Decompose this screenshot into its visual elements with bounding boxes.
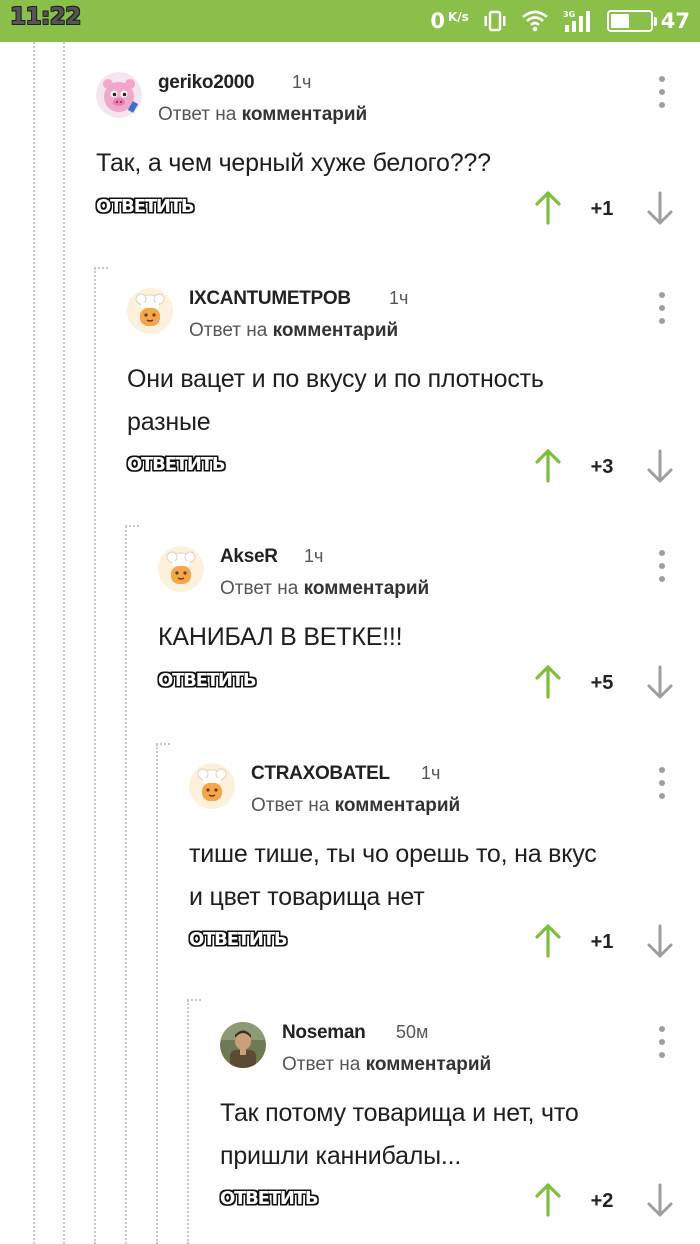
chef-avatar[interactable]	[127, 288, 173, 334]
rating-value: +3	[590, 456, 614, 478]
comment: Noseman 50м Ответ на комментарий Так пот…	[220, 1014, 700, 1244]
reply-target-link[interactable]: комментарий	[335, 795, 461, 816]
comment-actions: ОТВЕТИТЬ +5	[158, 664, 700, 704]
comment-text-line: Так, а чем черный хуже белого???	[96, 149, 491, 177]
comment-time: 1ч	[389, 288, 409, 308]
reply-prefix: Ответ на	[220, 578, 299, 599]
network-speed-unit: K/s	[447, 10, 469, 24]
reply-to: Ответ на комментарий	[282, 1054, 491, 1076]
comment-text-line: КАНИБАЛ В ВЕТКЕ!!!	[158, 623, 403, 651]
pink-hedgehog-avatar[interactable]	[96, 72, 142, 118]
wifi-icon	[521, 9, 549, 33]
photo-avatar[interactable]	[220, 1022, 266, 1068]
author-name[interactable]: AkseR	[220, 546, 278, 568]
thread-line	[33, 42, 35, 1244]
reply-button[interactable]: ОТВЕТИТЬ	[189, 929, 288, 950]
battery-level: 47	[660, 9, 690, 33]
rating-value: +5	[590, 672, 614, 694]
reply-to: Ответ на комментарий	[220, 578, 429, 600]
rating-value: +1	[590, 931, 614, 953]
author-name[interactable]: geriko2000	[158, 72, 255, 94]
reply-prefix: Ответ на	[189, 320, 268, 341]
comment-text-line: пришли каннибалы...	[220, 1142, 462, 1170]
comment: CTRAXOBATEL 1ч Ответ на комментарий тише…	[189, 755, 700, 1015]
author-name[interactable]: Noseman	[282, 1022, 366, 1044]
rating-value: +2	[590, 1190, 614, 1212]
comment-text: Они вацет и по вкусу и по плотность разн…	[127, 358, 544, 444]
upvote-arrow-icon[interactable]	[534, 448, 562, 484]
comment-text-line: разные	[127, 408, 211, 436]
cellular-signal-icon: 3G	[563, 9, 593, 33]
author-name[interactable]: CTRAXOBATEL	[251, 763, 390, 785]
reply-target-link[interactable]: комментарий	[304, 578, 430, 599]
reply-prefix: Ответ на	[158, 104, 237, 125]
thread-line	[187, 1000, 189, 1244]
reply-target-link[interactable]: комментарий	[366, 1054, 492, 1075]
comment-text-line: и цвет товарища нет	[189, 883, 425, 911]
downvote-arrow-icon[interactable]	[646, 190, 674, 226]
downvote-arrow-icon[interactable]	[646, 1182, 674, 1218]
comment-actions: ОТВЕТИТЬ +1	[96, 190, 700, 230]
comment-text-line: Так потому товарища и нет, что	[220, 1099, 579, 1127]
reply-button[interactable]: ОТВЕТИТЬ	[127, 454, 226, 475]
more-options-icon[interactable]	[658, 550, 666, 582]
comment-time: 1ч	[421, 763, 441, 783]
battery-icon: 47	[606, 9, 690, 33]
upvote-arrow-icon[interactable]	[534, 923, 562, 959]
comment-time: 1ч	[304, 546, 324, 566]
network-speed-value: 0	[430, 9, 445, 33]
downvote-arrow-icon[interactable]	[646, 923, 674, 959]
network-speed: 0 K/s	[430, 9, 468, 33]
upvote-arrow-icon[interactable]	[534, 190, 562, 226]
reply-button[interactable]: ОТВЕТИТЬ	[158, 670, 257, 691]
reply-prefix: Ответ на	[251, 795, 330, 816]
vibrate-icon	[483, 9, 507, 33]
comment-actions: ОТВЕТИТЬ +1	[189, 923, 700, 963]
status-bar: 11:22 0 K/s 3G 47	[0, 0, 700, 42]
reply-to: Ответ на комментарий	[189, 320, 398, 342]
more-options-icon[interactable]	[658, 76, 666, 108]
comment-text: тише тише, ты чо орешь то, на вкус и цве…	[189, 833, 597, 919]
reply-to: Ответ на комментарий	[158, 104, 367, 126]
more-options-icon[interactable]	[658, 1026, 666, 1058]
thread-line	[156, 744, 158, 1244]
rating-value: +1	[590, 198, 614, 220]
reply-to: Ответ на комментарий	[251, 795, 460, 817]
clock: 11:22	[10, 4, 81, 30]
reply-target-link[interactable]: комментарий	[273, 320, 399, 341]
comment-text: КАНИБАЛ В ВЕТКЕ!!!	[158, 616, 403, 659]
comment-text-line: Они вацет и по вкусу и по плотность	[127, 365, 544, 393]
comment-text: Так потому товарища и нет, что пришли ка…	[220, 1092, 579, 1178]
reply-button[interactable]: ОТВЕТИТЬ	[220, 1188, 319, 1209]
chef-avatar[interactable]	[158, 546, 204, 592]
more-options-icon[interactable]	[658, 292, 666, 324]
upvote-arrow-icon[interactable]	[534, 1182, 562, 1218]
author-name[interactable]: IXCANTUMETPOB	[189, 288, 351, 310]
svg-text:3G: 3G	[563, 10, 575, 19]
thread-line	[94, 268, 96, 1244]
downvote-arrow-icon[interactable]	[646, 664, 674, 700]
reply-button[interactable]: ОТВЕТИТЬ	[96, 196, 195, 217]
comment-text-line: тише тише, ты чо орешь то, на вкус	[189, 840, 597, 868]
comment-time: 1ч	[292, 72, 312, 92]
upvote-arrow-icon[interactable]	[534, 664, 562, 700]
comment-actions: ОТВЕТИТЬ +3	[127, 448, 700, 488]
comment: IXCANTUMETPOB 1ч Ответ на комментарий Он…	[127, 280, 700, 540]
thread-line	[125, 526, 127, 1244]
comment-actions: ОТВЕТИТЬ +2	[220, 1182, 700, 1222]
downvote-arrow-icon[interactable]	[646, 448, 674, 484]
thread-line	[63, 42, 65, 1244]
comment-text: Так, а чем черный хуже белого???	[96, 142, 491, 185]
reply-prefix: Ответ на	[282, 1054, 361, 1075]
chef-avatar[interactable]	[189, 763, 235, 809]
more-options-icon[interactable]	[658, 767, 666, 799]
comment-time: 50м	[396, 1022, 429, 1042]
reply-target-link[interactable]: комментарий	[242, 104, 368, 125]
